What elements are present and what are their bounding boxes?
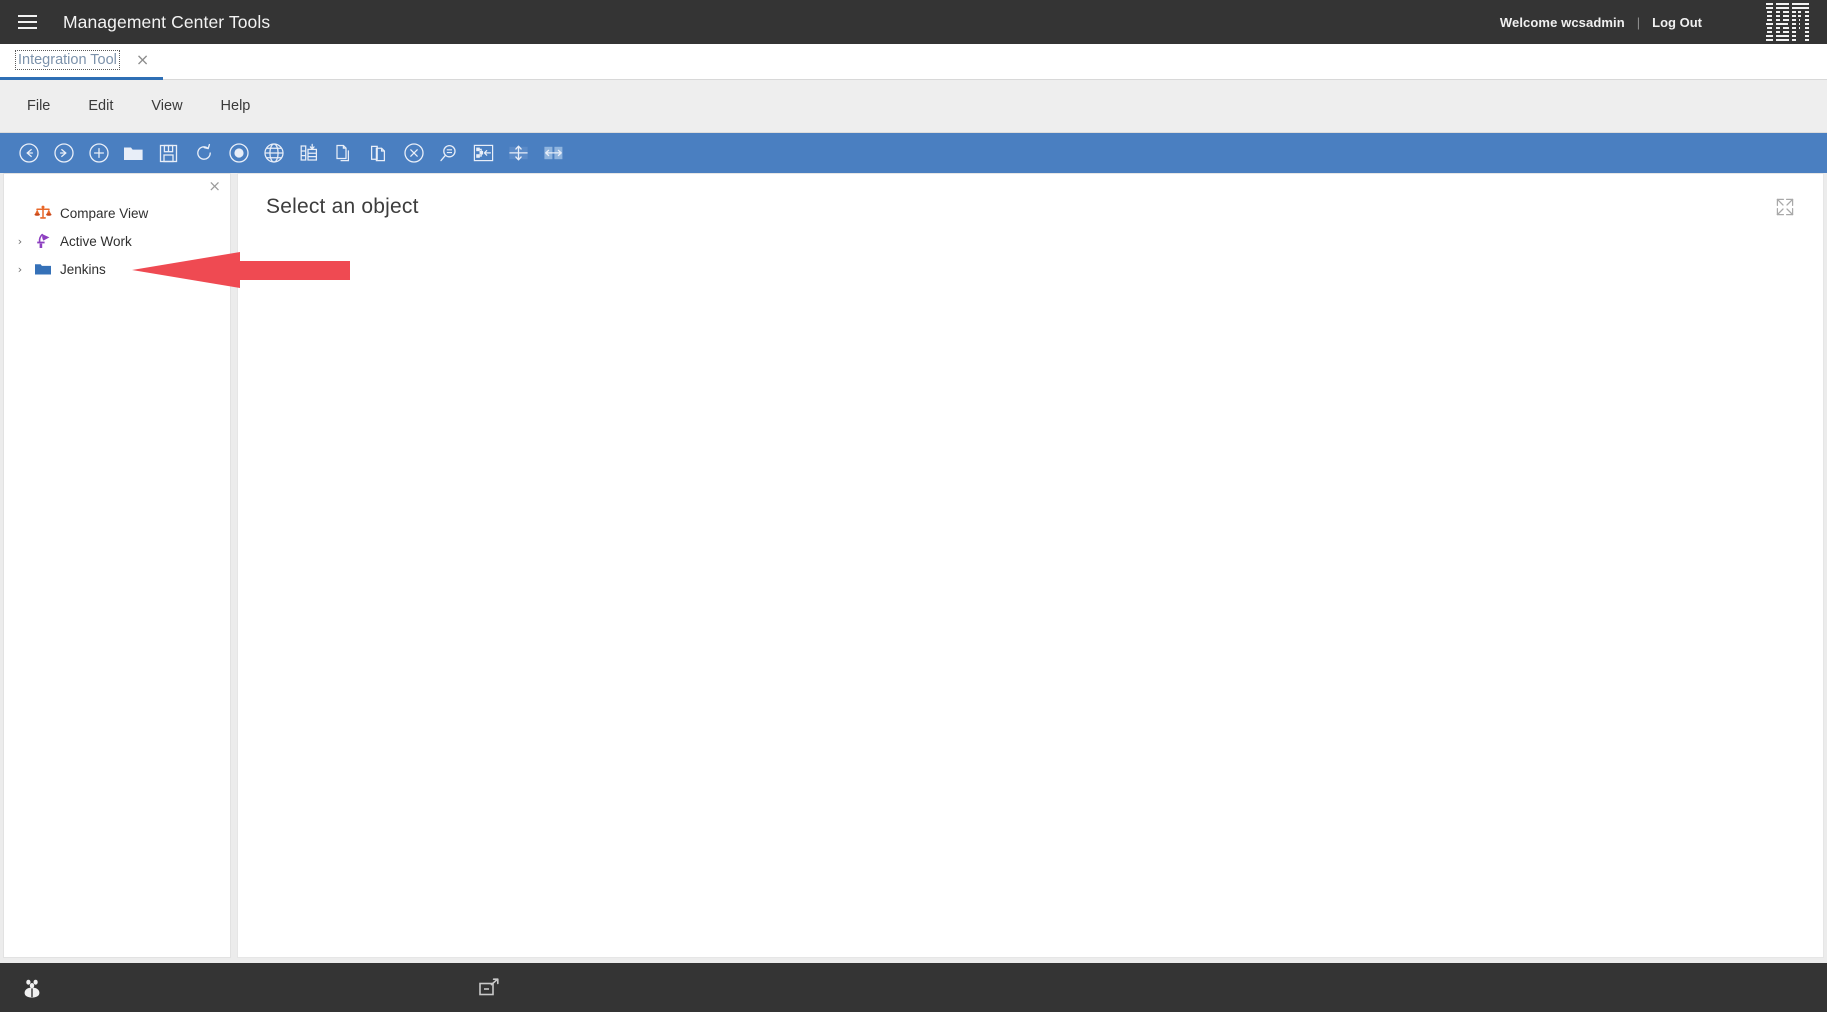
open-folder-icon[interactable] [116,136,151,170]
find-icon[interactable] [431,136,466,170]
tab-label[interactable]: Integration Tool [15,50,120,70]
tab-integration-tool[interactable]: Integration Tool × [0,44,164,80]
close-icon[interactable]: × [136,52,149,68]
chevron-right-icon[interactable]: › [14,263,26,276]
tree-item-label: Active Work [60,233,132,249]
hamburger-menu-icon[interactable] [0,0,54,44]
header-user-area: Welcome wcsadmin | Log Out [1500,3,1827,41]
expand-fullscreen-icon[interactable] [1772,194,1798,220]
page-title: Management Center Tools [63,11,271,32]
stop-icon[interactable] [221,136,256,170]
resize-vertical-icon[interactable] [501,136,536,170]
menu-item-edit[interactable]: Edit [74,92,127,120]
globe-icon[interactable] [256,136,291,170]
popout-window-icon[interactable] [469,968,509,1008]
object-tree: › Compare View › [4,174,230,283]
tab-bar: Integration Tool × [0,44,1827,80]
app-footer [0,963,1827,1012]
cancel-icon[interactable] [396,136,431,170]
side-panel: × › Compare View [3,173,231,958]
app-header: Management Center Tools Welcome wcsadmin… [0,0,1827,44]
copy-icon[interactable] [326,136,361,170]
chevron-right-icon[interactable]: › [14,235,26,248]
folder-icon [33,259,53,279]
resize-horizontal-icon[interactable] [536,136,571,170]
header-separator: | [1636,14,1641,30]
tree-item-label: Jenkins [60,261,106,277]
collapse-tree-icon[interactable] [466,136,501,170]
menu-item-help[interactable]: Help [207,92,265,120]
ibm-logo [1766,3,1809,41]
back-icon[interactable] [11,136,46,170]
properties-icon[interactable] [291,136,326,170]
menu-item-view[interactable]: View [137,92,196,120]
debug-bug-icon[interactable] [12,968,52,1008]
logout-link[interactable]: Log Out [1652,15,1702,30]
forward-icon[interactable] [46,136,81,170]
menu-bar: File Edit View Help [0,80,1827,133]
content-panel: Select an object [237,173,1824,958]
save-icon[interactable] [151,136,186,170]
welcome-text: Welcome wcsadmin [1499,14,1625,30]
menu-item-file[interactable]: File [13,92,64,120]
workspace: × › Compare View [0,173,1827,963]
tree-item-compare-view[interactable]: › Compare View [4,199,230,227]
refresh-icon[interactable] [186,136,221,170]
active-work-icon [33,231,53,251]
tree-item-label: Compare View [60,205,149,221]
new-icon[interactable] [81,136,116,170]
compare-balance-icon [33,203,53,223]
tree-item-active-work[interactable]: › Active Work [4,227,230,255]
tree-item-jenkins[interactable]: › Jenkins [4,255,230,283]
content-title: Select an object [266,195,419,218]
paste-icon[interactable] [361,136,396,170]
toolbar [0,133,1827,173]
close-icon[interactable]: × [208,179,221,194]
